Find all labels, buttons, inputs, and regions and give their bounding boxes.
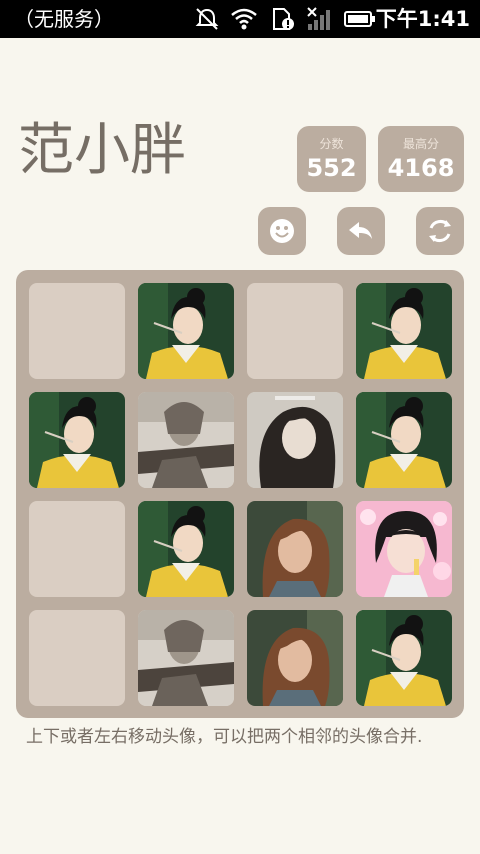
carrier-text: （无服务）	[14, 7, 114, 31]
restart-button[interactable]	[416, 207, 464, 255]
undo-button[interactable]	[337, 207, 385, 255]
tile-qing-dress-portrait	[356, 392, 452, 488]
score-label: 分数	[319, 137, 344, 151]
instruction-text: 上下或者左右移动头像，可以把两个相邻的头像合并.	[26, 727, 423, 747]
best-score-value: 4168	[387, 154, 455, 182]
tile-brown-hair-portrait	[247, 501, 343, 597]
wifi-icon	[231, 8, 257, 30]
restart-icon	[429, 220, 451, 242]
best-score-label: 最高分	[402, 137, 439, 151]
smiley-icon	[270, 219, 294, 243]
game-title: 范小胖	[18, 118, 186, 183]
tile-warrior-portrait	[138, 610, 234, 706]
best-score-box: 最高分 4168	[378, 126, 464, 192]
tile-brown-hair-portrait	[247, 610, 343, 706]
alarm-off-icon	[195, 8, 219, 30]
tile-qing-dress-portrait	[138, 501, 234, 597]
tile-bw-portrait	[247, 392, 343, 488]
tile-pink-bob-portrait	[356, 501, 452, 597]
empty-cell	[29, 501, 125, 597]
tile-qing-dress-portrait	[356, 610, 452, 706]
battery-icon	[344, 11, 375, 27]
face-button[interactable]	[258, 207, 306, 255]
score-value: 552	[306, 154, 357, 182]
tile-qing-dress-portrait	[29, 392, 125, 488]
game-board[interactable]	[16, 270, 464, 718]
tile-qing-dress-portrait	[356, 283, 452, 379]
tile-qing-dress-portrait	[138, 283, 234, 379]
status-bar: （无服务） 下午1:41	[0, 0, 480, 38]
empty-cell	[247, 283, 343, 379]
empty-cell	[29, 610, 125, 706]
undo-arrow-icon	[349, 222, 372, 239]
sim-alert-icon	[273, 8, 294, 30]
empty-cell	[29, 283, 125, 379]
score-box: 分数 552	[297, 126, 366, 192]
clock: 下午1:41	[375, 7, 470, 31]
tile-warrior-portrait	[138, 392, 234, 488]
no-signal-icon	[307, 7, 330, 30]
